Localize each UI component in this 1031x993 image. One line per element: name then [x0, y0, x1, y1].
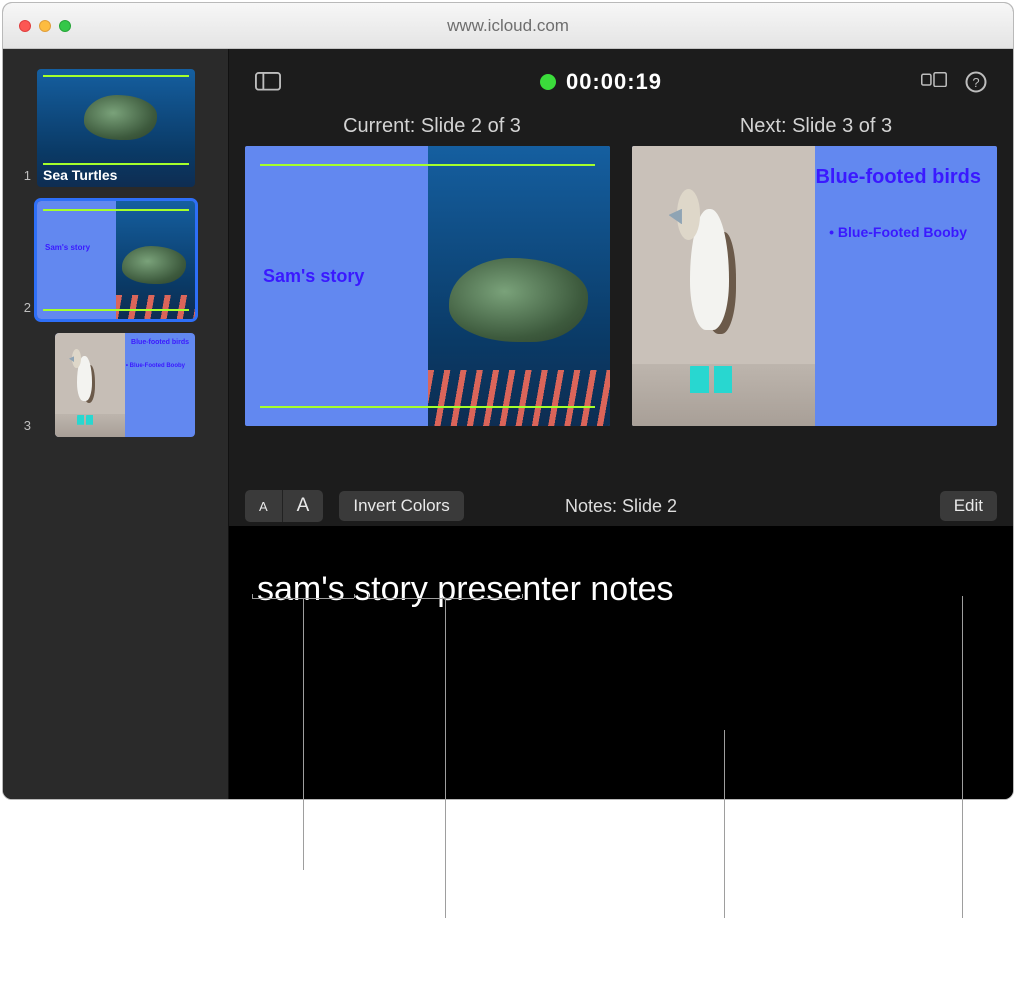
callout-line [522, 594, 523, 598]
font-size-group: A A [245, 490, 323, 522]
callout-line [252, 594, 253, 598]
thumb-bullet: Blue-Footed Booby [126, 363, 185, 369]
next-slide-preview[interactable]: Blue-footed birds Blue-Footed Booby [632, 146, 997, 426]
presentation-timer: 00:00:19 [540, 69, 662, 95]
thumb-number: 2 [13, 300, 31, 319]
thumb-number: 3 [13, 418, 31, 437]
app-window: www.icloud.com 1 Sea Turtles 2 [2, 2, 1014, 800]
current-slide-title: Sam's story [263, 266, 364, 287]
timer-text: 00:00:19 [566, 69, 662, 95]
callout-line [962, 596, 963, 918]
notes-title-label: Notes: Slide 2 [565, 496, 677, 517]
thumb-row: 3 Blue-footed birds Blue-Footed Booby [13, 333, 218, 437]
slide-thumbnail-1[interactable]: Sea Turtles [37, 69, 195, 187]
thumb-title: Sam's story [45, 243, 90, 252]
window-titlebar: www.icloud.com [3, 3, 1013, 49]
notes-text: sam's story presenter notes [257, 570, 674, 608]
navigator-toggle-icon[interactable] [255, 72, 281, 92]
current-slide-label: Current: Slide 2 of 3 [251, 115, 613, 138]
callout-line [445, 598, 446, 918]
content-area: 1 Sea Turtles 2 [3, 49, 1013, 799]
notes-toolbar: A A Invert Colors Notes: Slide 2 Edit [229, 486, 1013, 526]
callout-line [354, 594, 355, 598]
thumb-row: 2 Sam's story [13, 201, 218, 319]
invert-colors-button[interactable]: Invert Colors [339, 491, 463, 521]
edit-notes-button[interactable]: Edit [940, 491, 997, 521]
presenter-main: 00:00:19 ? Current: Slide 2 of 3 Next: S… [229, 49, 1013, 799]
svg-text:?: ? [972, 75, 979, 90]
thumb-row: 1 Sea Turtles [13, 69, 218, 187]
font-smaller-button[interactable]: A [245, 490, 282, 522]
slide-thumbnail-3[interactable]: Blue-footed birds Blue-Footed Booby [55, 333, 195, 437]
thumb-title: Blue-footed birds [131, 339, 189, 346]
slide-thumbnail-2[interactable]: Sam's story [37, 201, 195, 319]
callout-line [303, 598, 304, 870]
help-icon[interactable]: ? [965, 71, 987, 93]
thumb-title: Sea Turtles [43, 167, 117, 183]
window-url: www.icloud.com [3, 16, 1013, 36]
font-larger-button[interactable]: A [282, 490, 324, 522]
next-slide-title: Blue-footed birds [815, 166, 981, 189]
presenter-notes: sam's story presenter notes [229, 526, 1013, 799]
presenter-topbar: 00:00:19 ? [229, 49, 1013, 115]
next-slide-label: Next: Slide 3 of 3 [635, 115, 997, 138]
thumb-number: 1 [13, 168, 31, 187]
timer-status-icon [540, 74, 556, 90]
current-slide-preview[interactable]: Sam's story [245, 146, 610, 426]
slide-preview-area: Current: Slide 2 of 3 Next: Slide 3 of 3… [229, 115, 1013, 426]
next-slide-bullet: Blue-Footed Booby [829, 224, 967, 240]
slide-navigator: 1 Sea Turtles 2 [3, 49, 229, 799]
layout-options-icon[interactable] [921, 72, 947, 92]
callout-line [368, 594, 369, 598]
callout-line [724, 730, 725, 918]
